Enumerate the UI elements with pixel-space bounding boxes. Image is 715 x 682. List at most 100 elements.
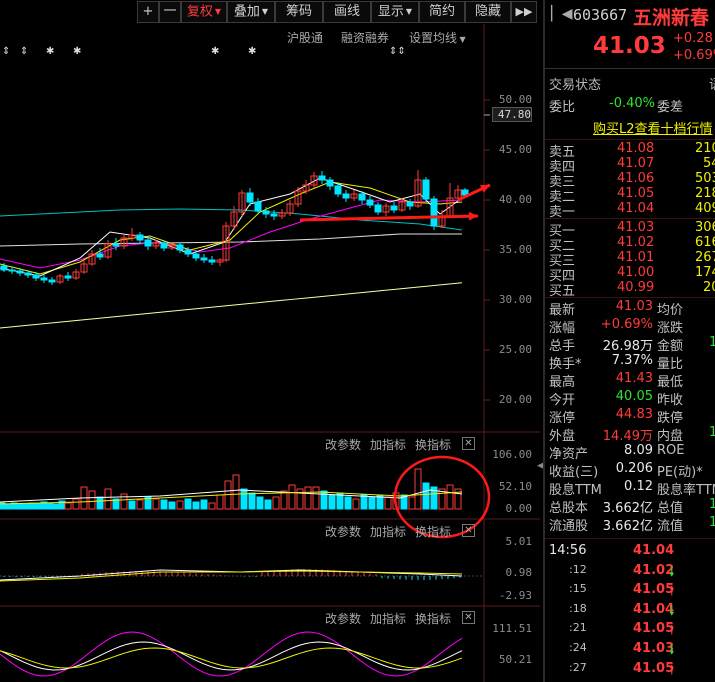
macd-switch-indicator-button[interactable]: 换指标 <box>415 523 451 540</box>
event-marker[interactable]: ⇕ <box>2 46 10 57</box>
volume-edit-params-button[interactable]: 改参数 <box>325 436 361 453</box>
quote-label: 最新 <box>549 303 576 318</box>
tick-time: 14:56 <box>549 543 587 558</box>
candle-body <box>318 175 326 181</box>
buy-price: 41.02 <box>617 235 655 250</box>
hugutong-link[interactable]: 沪股通 <box>287 29 323 46</box>
kdj-panel-header: 改参数 加指标 换指标 ✕ <box>0 608 480 626</box>
chips-button[interactable]: 筹码 <box>275 1 323 23</box>
quote-row: 收益(三) 0.206 PE(动)* <box>545 461 715 480</box>
tick-row[interactable]: :18 41.04 🠗 <box>545 602 715 620</box>
price-tick: 25.00 <box>498 343 532 356</box>
zoom-in-button[interactable]: + <box>137 1 159 23</box>
quote-row: 净资产 8.09 ROE <box>545 443 715 462</box>
volume-bar <box>176 500 184 510</box>
tick-time: :21 <box>569 621 587 635</box>
kdj-j-line <box>0 631 463 677</box>
quote-row: 总手 26.98万金额 11 <box>545 335 715 354</box>
quote-value: 26.98万 <box>602 339 653 354</box>
volume-tick: 0.00 <box>505 502 533 515</box>
price-tick: 50.00 <box>498 93 532 106</box>
kdj-close-icon[interactable]: ✕ <box>462 611 475 624</box>
macd-panel-header: 改参数 加指标 换指标 ✕ <box>0 521 480 539</box>
tick-row[interactable]: :27 41.05 🠕 <box>545 661 715 679</box>
stock-code: 603667 <box>573 6 628 24</box>
candle-body <box>112 243 120 247</box>
kdj-switch-indicator-button[interactable]: 换指标 <box>415 610 451 627</box>
volume-add-indicator-button[interactable]: 加指标 <box>370 436 406 453</box>
overlay-button[interactable]: 叠加 ▼ <box>227 1 275 23</box>
quote-label: 总股本 <box>549 501 589 516</box>
volume-bar <box>384 496 392 510</box>
tick-list[interactable]: 14:56 41.04 :12 41.02 🠗:15 41.05 🠕 :18 41.04 🠗:21… <box>545 543 715 682</box>
display-button[interactable]: 显示 ▼ <box>371 1 419 23</box>
volume-bar <box>256 496 264 510</box>
volume-bar <box>120 493 128 510</box>
tick-row[interactable]: :24 41.03 🠗 <box>545 641 715 659</box>
chart-area[interactable]: 沪股通 融资融券 设置均线 ▼ 50.00 47.80 45.00 40.00 … <box>0 24 540 682</box>
zoom-out-button[interactable]: 一 <box>159 1 181 23</box>
quote-value: 11 <box>709 335 715 350</box>
candle-body <box>24 272 32 276</box>
hide-button[interactable]: 隐藏 <box>465 1 511 23</box>
candle-body <box>208 259 216 263</box>
volume-close-icon[interactable]: ✕ <box>462 437 475 450</box>
candle-body <box>32 274 40 279</box>
event-marker[interactable]: ⇕⇕ <box>389 46 406 57</box>
event-marker[interactable]: ⇕ <box>20 46 28 57</box>
volume-tick: 106.00 <box>492 448 532 461</box>
sell-row-1[interactable]: 卖一41.04409 <box>545 201 715 220</box>
caret-down-icon: ▼ <box>405 7 413 16</box>
buy-l2-link[interactable]: 购买L2查看十档行情 <box>593 118 713 137</box>
kdj-edit-params-button[interactable]: 改参数 <box>325 610 361 627</box>
event-marker[interactable]: ✱ <box>248 46 256 57</box>
event-marker[interactable]: ✱ <box>73 46 81 57</box>
macd-edit-params-button[interactable]: 改参数 <box>325 523 361 540</box>
volume-bar <box>4 503 12 510</box>
volume-bar <box>422 482 430 510</box>
back-icon[interactable]: ▏◀ <box>551 6 573 22</box>
quote-value: 8.09 <box>624 443 653 458</box>
volume-bar <box>168 501 176 510</box>
candle-body <box>64 275 72 279</box>
candle-body <box>390 205 398 211</box>
simple-mode-button[interactable]: 简约 <box>419 1 465 23</box>
ma-settings-link[interactable]: 设置均线 ▼ <box>409 29 466 46</box>
tick-row[interactable]: 14:56 41.04 <box>545 543 715 561</box>
kdj-d-line <box>0 647 463 669</box>
quote-value: 44.83 <box>615 407 653 422</box>
event-marker[interactable]: ✱ <box>46 46 54 57</box>
volume-switch-indicator-button[interactable]: 换指标 <box>415 436 451 453</box>
quote-panel: ▏◀ 603667 五洲新春 41.03 +0.28 +0.69% 交易状态 语… <box>543 0 715 682</box>
buy-price: 41.00 <box>617 265 655 280</box>
draw-line-button[interactable]: 画线 <box>323 1 371 23</box>
tick-row[interactable]: :21 41.05 🠕 <box>545 621 715 639</box>
candle-body <box>16 270 24 274</box>
expand-right-icon[interactable]: ▶▶ <box>511 1 537 23</box>
rongzi-link[interactable]: 融资融券 <box>341 29 389 46</box>
ma5-line <box>0 177 463 277</box>
macd-add-indicator-button[interactable]: 加指标 <box>370 523 406 540</box>
sell-price: 41.04 <box>617 201 655 216</box>
tick-price: 41.02 <box>633 562 675 578</box>
candle-body <box>430 198 438 227</box>
tick-price: 41.04 <box>633 543 675 558</box>
macd-close-icon[interactable]: ✕ <box>462 524 475 537</box>
quote-value: 41.43 <box>615 371 653 386</box>
last-price: 41.03 <box>593 33 666 59</box>
event-marker[interactable]: ✱ <box>211 46 219 57</box>
buy-volume: 174 <box>695 265 715 280</box>
quote-value: 0.206 <box>615 461 653 476</box>
buy-volume: 616 <box>695 235 715 250</box>
kdj-add-indicator-button[interactable]: 加指标 <box>370 610 406 627</box>
buy-price: 40.99 <box>617 280 655 295</box>
weibi-label: 委比 <box>549 100 576 115</box>
tick-row[interactable]: :12 41.02 🠗 <box>545 563 715 581</box>
buy-row-5[interactable]: 买五40.9920 <box>545 280 715 299</box>
fuquan-button[interactable]: 复权 ▼ <box>181 1 227 23</box>
volume-panel-header: 改参数 加指标 换指标 ✕ <box>0 434 480 452</box>
kline-chart[interactable] <box>0 24 540 682</box>
l2-row: 购买L2查看十档行情 <box>545 118 715 137</box>
candle-body <box>374 204 382 213</box>
tick-row[interactable]: :15 41.05 🠕 <box>545 582 715 600</box>
